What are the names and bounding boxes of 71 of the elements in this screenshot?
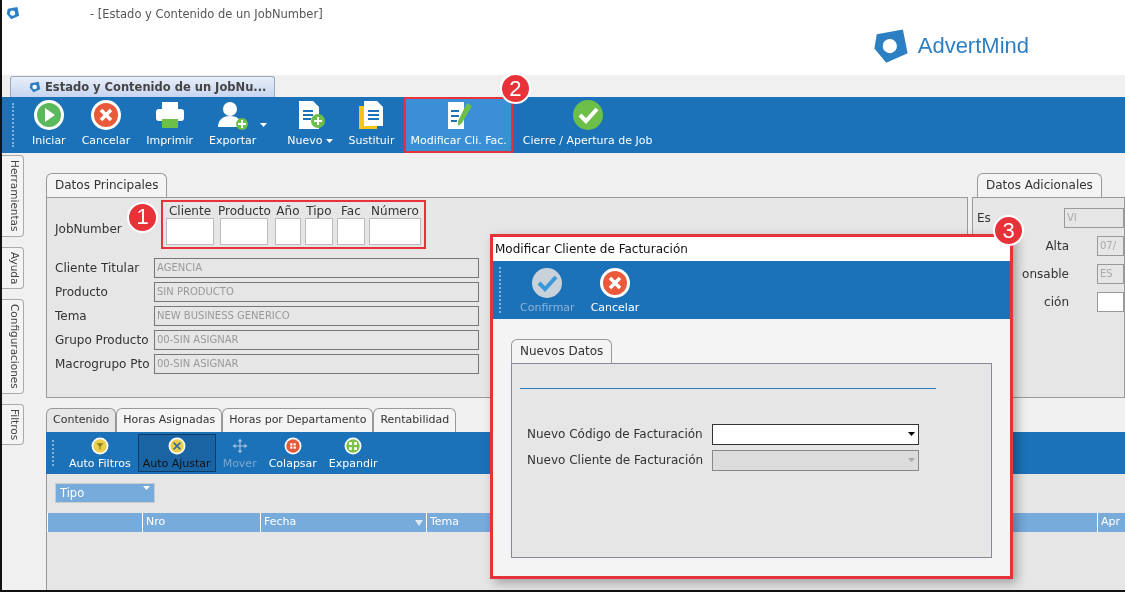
check-icon (531, 267, 564, 299)
toolbar-button[interactable]: Exportar (203, 97, 263, 153)
field-label: onsable (1021, 267, 1070, 281)
expand-icon (344, 436, 363, 455)
logo-icon (871, 27, 910, 65)
part-label: Número (371, 203, 419, 218)
logo-icon (29, 81, 41, 93)
field-label: Es (977, 211, 992, 225)
wrench-icon (167, 436, 186, 455)
brand-name: AdvertMind (917, 33, 1029, 59)
toolbar-button[interactable]: Cancelar (585, 261, 645, 319)
input-field[interactable] (220, 217, 269, 245)
play-icon (32, 99, 65, 131)
input-field[interactable] (336, 217, 365, 245)
part-label: Tipo (306, 203, 332, 218)
side-tab[interactable]: Configuraciones (2, 299, 24, 394)
toolbar-button[interactable]: Imprimir (140, 97, 199, 153)
move-icon (230, 436, 249, 455)
field-label: Nuevo Código de Facturación (526, 427, 704, 441)
toolbar-button[interactable]: Expandir (323, 434, 383, 472)
toolbar-button[interactable]: Nuevo (281, 97, 339, 153)
caret-icon (908, 432, 915, 436)
input-field[interactable] (274, 217, 301, 245)
part-label: Fac (341, 203, 361, 218)
tab[interactable]: Horas Asignadas (116, 408, 223, 432)
field-label: JobNumber (55, 222, 123, 236)
part-label: Año (276, 203, 300, 218)
field-label: Macrogrupo Pto (55, 357, 151, 371)
caret-icon (143, 486, 150, 490)
collapse-icon (283, 436, 302, 455)
input-field[interactable] (368, 217, 421, 245)
logo-icon (6, 6, 20, 20)
toolbar-button[interactable]: Sustituir (342, 97, 401, 153)
document-tab[interactable]: Estado y Contenido de un JobNu... (10, 76, 276, 97)
input-field[interactable] (304, 217, 333, 245)
field-label: Alta (1044, 239, 1070, 253)
input-field[interactable] (1097, 292, 1124, 312)
toolbar-button[interactable]: Modificar Cli. Fac. (404, 97, 513, 153)
field-label: ción (1043, 295, 1070, 309)
field-label: Producto (55, 285, 109, 299)
toolbar-button[interactable]: Auto Ajustar (137, 434, 216, 472)
window-title: - [Estado y Contenido de un JobNumber] (90, 7, 323, 21)
tab[interactable]: Horas por Departamento (222, 408, 374, 432)
input-field[interactable] (166, 217, 214, 245)
check-icon (571, 99, 604, 131)
field-label: Tema (55, 309, 88, 323)
toolbar-button[interactable]: Colapsar (263, 434, 322, 472)
cancel-icon (598, 267, 631, 299)
field-label: Cliente Titular (55, 261, 141, 275)
printer-icon (153, 99, 186, 131)
toolbar-button[interactable]: Cancelar (75, 97, 137, 153)
tab[interactable]: Contenido (46, 408, 117, 432)
part-label: Cliente (168, 203, 212, 218)
step-badge: 1 (127, 201, 158, 233)
toolbar-button[interactable]: Auto Filtros (64, 434, 136, 472)
side-tab[interactable]: Filtros (2, 403, 24, 445)
caret-icon (908, 458, 915, 462)
cancel-icon (89, 99, 122, 131)
dialog-title: Modificar Cliente de Facturación (493, 237, 1010, 261)
part-label: Producto (218, 203, 271, 218)
sort-icon (415, 520, 423, 526)
dropdown[interactable] (712, 423, 919, 445)
tab[interactable]: Rentabilidad (373, 408, 457, 432)
side-tab[interactable]: Ayuda (2, 246, 24, 289)
field-label: Nuevo Cliente de Facturación (526, 453, 705, 467)
field-label: Grupo Producto (55, 333, 150, 347)
side-tab[interactable]: Herramientas (2, 155, 24, 237)
caret-icon[interactable] (260, 123, 268, 127)
filter-icon (90, 436, 109, 455)
user-add-icon (216, 99, 249, 131)
toolbar-button[interactable]: Iniciar (26, 97, 72, 153)
